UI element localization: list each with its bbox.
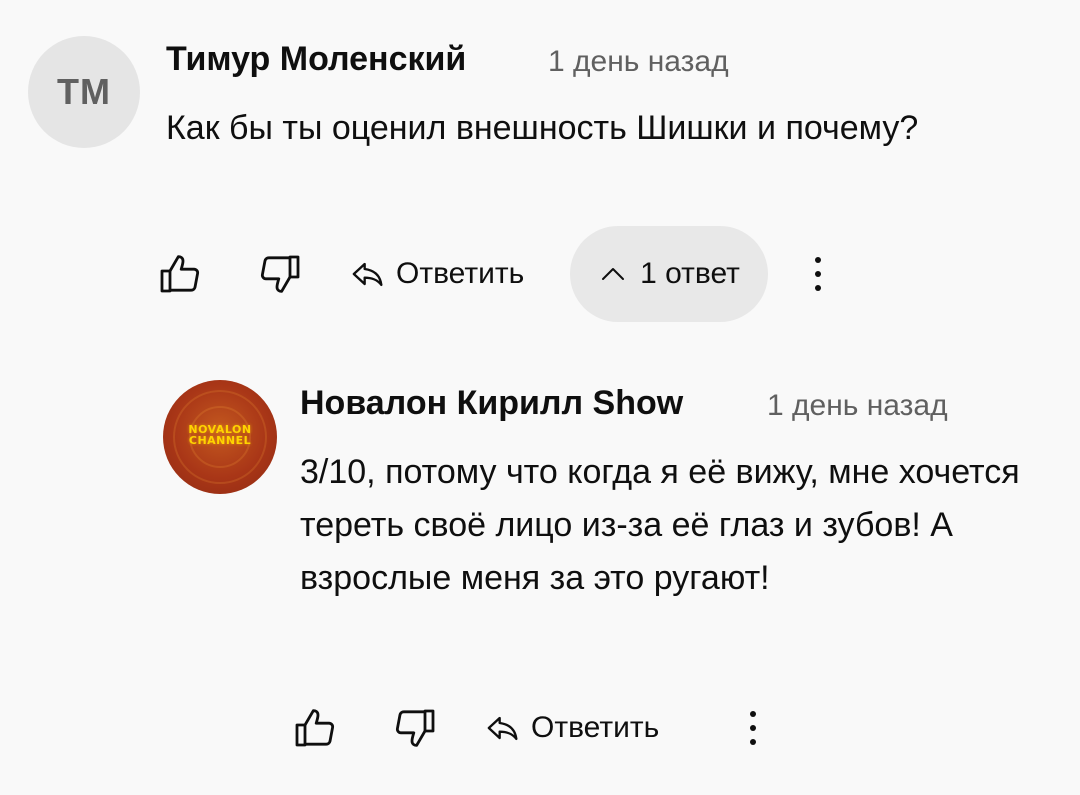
thumb-down-icon	[260, 255, 300, 293]
comment-menu-button[interactable]	[798, 226, 838, 322]
reply-text: 3/10, потому что когда я её вижу, мне хо…	[300, 453, 1020, 597]
reply-actions: Ответить	[285, 680, 785, 776]
channel-logo-text: NOVALON CHANNEL	[188, 423, 252, 447]
comment-author[interactable]: Тимур Моленский	[166, 40, 466, 79]
thumb-up-icon	[295, 709, 335, 747]
chevron-up-icon	[602, 268, 625, 280]
reply-button[interactable]: Ответить	[483, 680, 659, 776]
more-vertical-icon	[815, 257, 821, 291]
more-vertical-icon	[750, 711, 756, 745]
reply-arrow-icon	[352, 262, 383, 286]
like-button[interactable]	[150, 226, 210, 322]
thumb-up-icon	[160, 255, 200, 293]
thumb-down-icon	[395, 709, 435, 747]
avatar[interactable]: ТМ	[28, 36, 140, 148]
reply-menu-button[interactable]	[733, 680, 773, 776]
dislike-button[interactable]	[385, 680, 445, 776]
dislike-button[interactable]	[250, 226, 310, 322]
reply-timestamp[interactable]: 1 день назад	[767, 389, 948, 423]
comment-thread: ТМ Тимур Моленский 1 день назад Как бы т…	[0, 0, 1080, 795]
reply-label: Ответить	[396, 257, 525, 290]
channel-logo-avatar[interactable]: NOVALON CHANNEL	[163, 380, 277, 494]
reply-arrow-icon	[487, 716, 518, 740]
reply-label: Ответить	[531, 711, 660, 744]
comment-text: Как бы ты оценил внешность Шишки и почем…	[166, 109, 919, 147]
replies-count-label: 1 ответ	[640, 257, 740, 290]
replies-toggle-button[interactable]: 1 ответ	[570, 226, 768, 322]
reply-author[interactable]: Новалон Кирилл Show	[300, 384, 683, 423]
comment-timestamp[interactable]: 1 день назад	[548, 45, 729, 79]
reply-button[interactable]: Ответить	[348, 226, 524, 322]
comment-actions: Ответить 1 ответ	[150, 226, 850, 322]
like-button[interactable]	[285, 680, 345, 776]
